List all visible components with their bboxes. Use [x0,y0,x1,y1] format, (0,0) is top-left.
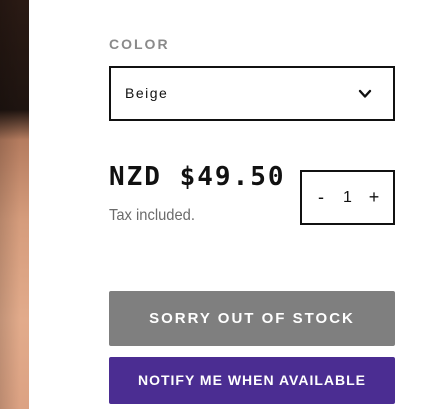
color-select[interactable]: Beige [109,66,395,121]
product-image-shade [0,0,29,409]
tax-note: Tax included. [109,207,195,224]
chevron-down-icon [358,89,372,98]
product-price: NZD $49.50 [109,162,286,192]
out-of-stock-button: SORRY OUT OF STOCK [109,291,395,346]
quantity-stepper: - 1 + [300,170,395,225]
quantity-increase-button[interactable]: + [359,172,389,223]
color-label: COLOR [109,36,170,52]
product-image [0,0,29,409]
notify-me-button[interactable]: NOTIFY ME WHEN AVAILABLE [109,357,395,404]
color-select-value: Beige [125,85,169,101]
